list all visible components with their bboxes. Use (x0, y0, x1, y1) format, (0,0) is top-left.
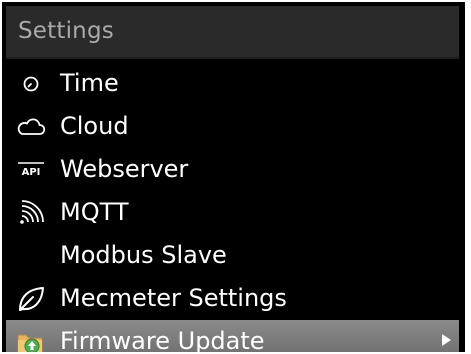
menu-item-time[interactable]: Time (6, 62, 459, 105)
menu-item-label: Modbus Slave (60, 241, 227, 269)
divider (6, 57, 459, 59)
menu-item-label: Cloud (60, 112, 129, 140)
menu-item-label: Mecmeter Settings (60, 284, 287, 312)
menu-item-label: Firmware Update (60, 327, 265, 352)
svg-text:API: API (22, 167, 41, 178)
clock-icon (16, 70, 46, 98)
api-icon: API (16, 156, 46, 184)
cloud-icon (16, 113, 46, 141)
page-title: Settings (18, 18, 114, 44)
folder-upload-icon (16, 328, 46, 352)
menu-item-firmware-update[interactable]: Firmware Update (6, 320, 459, 352)
menu-item-mqtt[interactable]: MQTT (6, 191, 459, 234)
menu-item-webserver[interactable]: API Webserver (6, 148, 459, 191)
signal-icon (16, 199, 46, 227)
settings-screen: Settings Time Cloud API Webserver MQTT M… (2, 2, 465, 352)
chevron-right-icon (442, 334, 451, 346)
menu-item-label: Time (60, 69, 119, 97)
menu-item-modbus-slave[interactable]: Modbus Slave (6, 234, 459, 277)
menu-item-label: Webserver (60, 155, 189, 183)
menu-item-label: MQTT (60, 198, 129, 226)
title-bar: Settings (6, 6, 459, 57)
leaf-icon (16, 285, 46, 313)
menu-item-cloud[interactable]: Cloud (6, 105, 459, 148)
menu-item-mecmeter-settings[interactable]: Mecmeter Settings (6, 277, 459, 320)
